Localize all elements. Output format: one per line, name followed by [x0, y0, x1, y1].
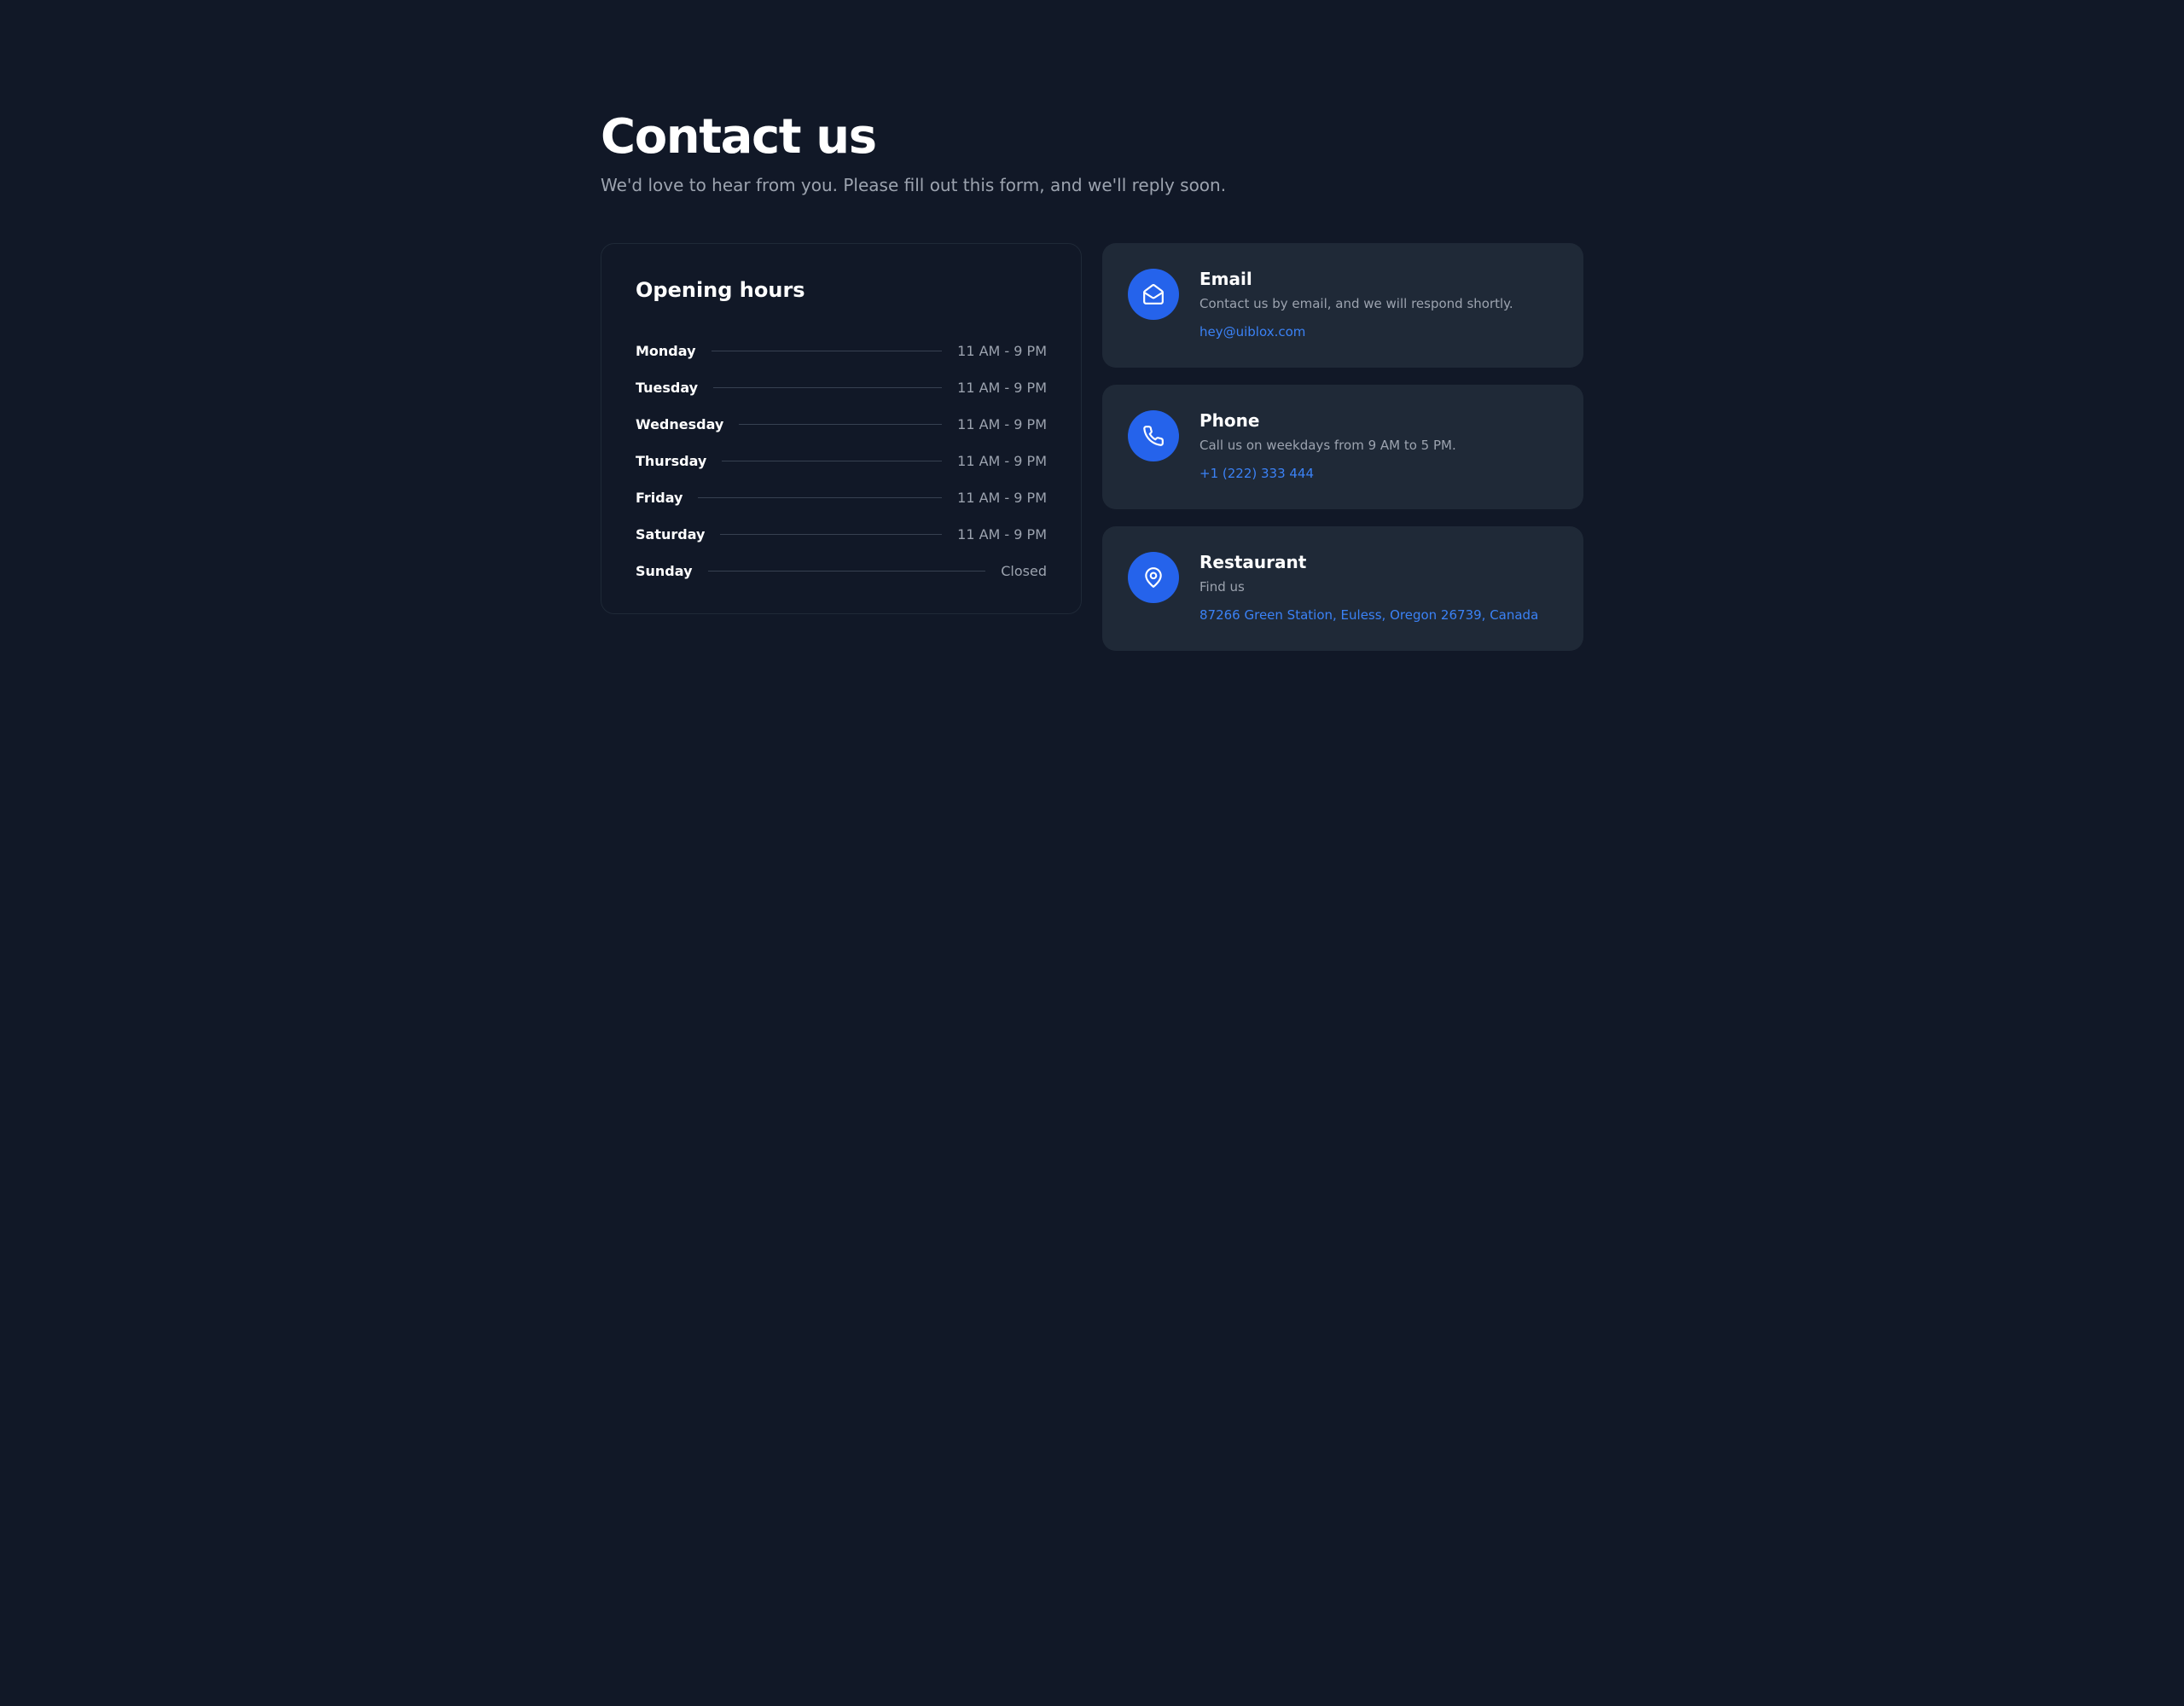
hours-day: Wednesday [636, 416, 723, 432]
hours-row: Sunday Closed [636, 563, 1047, 579]
hours-separator [698, 497, 942, 498]
opening-hours-panel: Opening hours Monday 11 AM - 9 PM Tuesday 1… [601, 243, 1082, 614]
opening-hours-title: Opening hours [636, 278, 1047, 302]
hours-time: Closed [1001, 563, 1047, 579]
hours-separator [708, 571, 986, 572]
hours-row: Tuesday 11 AM - 9 PM [636, 380, 1047, 396]
hours-time: 11 AM - 9 PM [957, 453, 1047, 469]
contact-card-link[interactable]: +1 (222) 333 444 [1199, 463, 1558, 484]
hours-row: Thursday 11 AM - 9 PM [636, 453, 1047, 469]
hours-day: Tuesday [636, 380, 698, 396]
phone-icon [1128, 410, 1179, 461]
hours-time: 11 AM - 9 PM [957, 380, 1047, 396]
contact-card: Restaurant Find us 87266 Green Station, Eu… [1102, 526, 1583, 651]
contact-card: Email Contact us by email, and we will re… [1102, 243, 1583, 368]
hours-day: Monday [636, 343, 696, 359]
hours-day: Friday [636, 490, 682, 506]
contact-card-desc: Call us on weekdays from 9 AM to 5 PM. [1199, 438, 1558, 453]
contact-card-desc: Find us [1199, 579, 1558, 595]
map-pin-icon [1128, 552, 1179, 603]
hours-time: 11 AM - 9 PM [957, 490, 1047, 506]
hours-row: Wednesday 11 AM - 9 PM [636, 416, 1047, 432]
hours-separator [739, 424, 942, 425]
hours-time: 11 AM - 9 PM [957, 526, 1047, 543]
hours-day: Saturday [636, 526, 705, 543]
hours-time: 11 AM - 9 PM [957, 343, 1047, 359]
hours-time: 11 AM - 9 PM [957, 416, 1047, 432]
contact-card-title: Email [1199, 269, 1558, 289]
contact-card-title: Restaurant [1199, 552, 1558, 572]
hours-day: Sunday [636, 563, 693, 579]
hours-day: Thursday [636, 453, 706, 469]
contact-card-desc: Contact us by email, and we will respond… [1199, 296, 1558, 311]
hours-row: Saturday 11 AM - 9 PM [636, 526, 1047, 543]
page-title: Contact us [601, 109, 1583, 165]
hours-separator [713, 387, 942, 388]
page-subtitle: We'd love to hear from you. Please fill … [601, 175, 1583, 195]
email-icon [1128, 269, 1179, 320]
hours-row: Monday 11 AM - 9 PM [636, 343, 1047, 359]
contact-card-link[interactable]: 87266 Green Station, Euless, Oregon 2673… [1199, 605, 1558, 625]
contact-card: Phone Call us on weekdays from 9 AM to 5 … [1102, 385, 1583, 509]
hours-separator [720, 534, 942, 535]
contact-card-title: Phone [1199, 410, 1558, 431]
contact-card-link[interactable]: hey@uiblox.com [1199, 322, 1558, 342]
hours-row: Friday 11 AM - 9 PM [636, 490, 1047, 506]
